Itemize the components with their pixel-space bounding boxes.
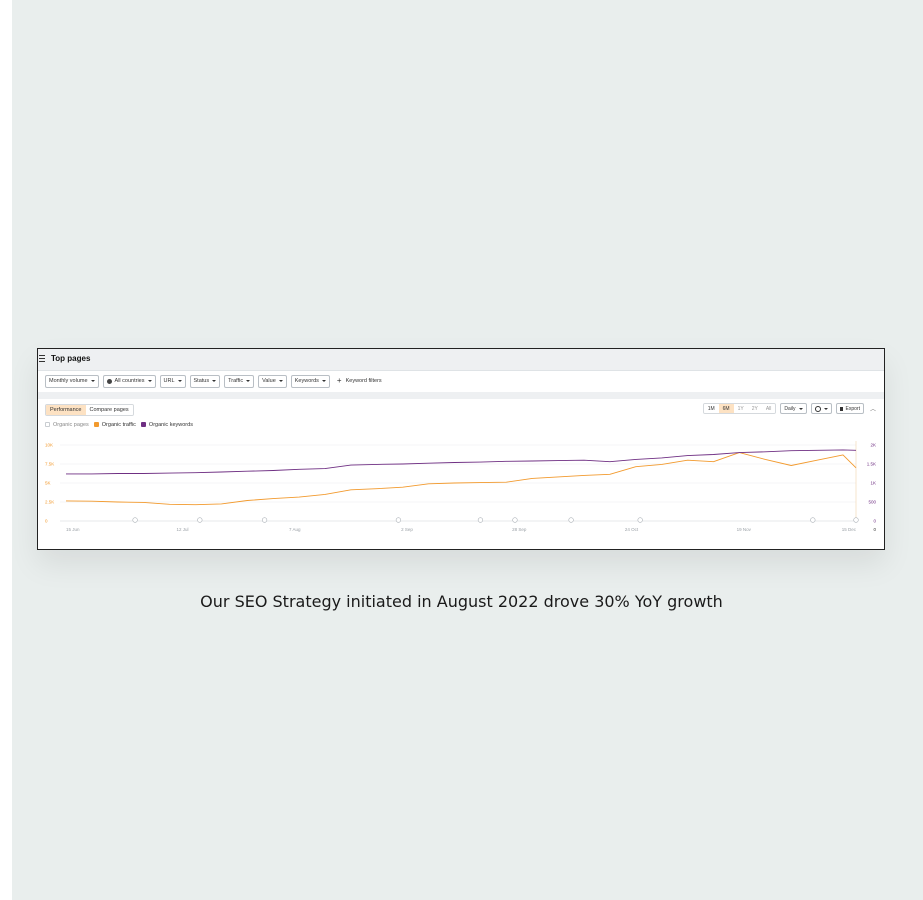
caret-down-icon xyxy=(321,380,326,382)
y-left-tick-label: 5K xyxy=(45,481,51,486)
y-right-zero-label: 0 xyxy=(873,527,876,532)
y-left-tick-label: 10K xyxy=(45,443,53,448)
interval-dropdown[interactable]: Daily xyxy=(780,403,807,414)
x-tick-label: 12 Jul xyxy=(177,527,189,532)
caret-down-icon xyxy=(823,407,828,410)
document-icon xyxy=(839,406,843,411)
dropdown-label: All countries xyxy=(114,378,145,384)
dropdown-label: Status xyxy=(193,378,210,384)
tab-performance[interactable]: Performance xyxy=(46,405,86,415)
url-dropdown[interactable]: URL xyxy=(159,374,186,388)
dropdown-label: URL xyxy=(163,378,175,384)
performance-chart: 0 0 2.5K 500 5K 1K 7.5K 1.5K 10K 2K 15 Jun 12 Jul 7 … xyxy=(45,441,876,532)
checkbox-icon xyxy=(45,422,50,427)
keyword-filters-button[interactable]: + Keyword filters xyxy=(337,377,382,385)
tab-compare-pages[interactable]: Compare pages xyxy=(85,405,133,415)
y-right-tick-label: 1.5K xyxy=(867,462,876,467)
event-marker xyxy=(261,517,268,523)
checkbox-checked-icon xyxy=(140,422,146,427)
chevron-up-icon[interactable]: ︿ xyxy=(870,404,876,413)
event-marker xyxy=(197,517,203,523)
filter-bar: Monthly volume All countries URL Status … xyxy=(45,374,382,388)
x-tick-label: 7 Aug xyxy=(289,527,301,532)
x-tick-label: 19 Nov xyxy=(737,527,752,532)
value-dropdown[interactable]: Value xyxy=(258,374,287,388)
dropdown-label: Value xyxy=(262,378,276,384)
caret-down-icon xyxy=(177,380,182,382)
x-tick-label: 24 Oct xyxy=(625,527,639,532)
keywords-dropdown[interactable]: Keywords xyxy=(290,374,330,388)
caret-down-icon xyxy=(278,380,283,382)
y-left-tick-label: 2.5K xyxy=(45,500,54,505)
title-bar: Top pages xyxy=(38,349,884,371)
period-selector: 1M 6M 1Y 2Y All xyxy=(702,403,777,414)
top-pages-window: Top pages Monthly volume All countries U… xyxy=(37,348,885,550)
annotations-dropdown[interactable] xyxy=(810,403,832,414)
x-tick-label: 2 Sep xyxy=(401,527,413,532)
dropdown-label: Keywords xyxy=(294,378,319,384)
caption: Our SEO Strategy initiated in August 202… xyxy=(200,592,723,611)
countries-dropdown[interactable]: All countries xyxy=(102,374,156,388)
y-right-tick-label: 0 xyxy=(873,519,876,524)
monthly-volume-dropdown[interactable]: Monthly volume xyxy=(45,374,99,388)
event-marker xyxy=(132,517,138,523)
chart-controls: 1M 6M 1Y 2Y All Daily Export ︿ xyxy=(702,403,876,414)
legend-organic-keywords[interactable]: Organic keywords xyxy=(140,421,193,428)
dropdown-label: Traffic xyxy=(228,378,244,384)
caret-down-icon xyxy=(246,380,251,382)
y-left-tick-label: 0 xyxy=(45,519,48,524)
event-marker xyxy=(810,517,816,523)
interval-label: Daily xyxy=(784,405,796,412)
event-marker xyxy=(568,517,574,523)
x-tick-label: 15 Jun xyxy=(66,527,80,532)
page-title: Top pages xyxy=(51,354,91,363)
period-2y-button[interactable]: 2Y xyxy=(747,404,762,413)
comment-icon xyxy=(814,405,821,412)
y-left-tick-label: 7.5K xyxy=(45,462,54,467)
event-marker xyxy=(512,517,518,523)
period-6m-button[interactable]: 6M xyxy=(718,404,734,413)
event-marker xyxy=(477,517,484,523)
legend-label: Organic pages xyxy=(53,421,89,428)
x-tick-label: 28 Sep xyxy=(512,527,527,532)
keyword-filters-label: Keyword filters xyxy=(345,378,382,384)
section-divider xyxy=(38,392,884,399)
legend-organic-traffic[interactable]: Organic traffic xyxy=(93,421,136,428)
caret-down-icon xyxy=(798,407,803,410)
legend-organic-pages[interactable]: Organic pages xyxy=(45,422,89,428)
y-right-tick-label: 2K xyxy=(870,443,876,448)
plus-icon: + xyxy=(336,376,342,385)
export-label: Export xyxy=(845,405,860,412)
caret-down-icon xyxy=(90,380,95,382)
period-all-button[interactable]: All xyxy=(761,404,776,413)
period-1y-button[interactable]: 1Y xyxy=(733,404,748,413)
chart-legend: Organic pages Organic traffic Organic ke… xyxy=(45,420,198,429)
period-1m-button[interactable]: 1M xyxy=(703,404,719,413)
organic-traffic-line xyxy=(65,452,857,506)
x-tick-label: 15 Dec xyxy=(842,527,857,532)
checkbox-checked-icon xyxy=(93,422,99,427)
traffic-dropdown[interactable]: Traffic xyxy=(224,374,255,388)
legend-label: Organic keywords xyxy=(148,421,193,428)
y-right-tick-label: 500 xyxy=(868,500,876,505)
legend-label: Organic traffic xyxy=(101,421,136,428)
globe-icon xyxy=(106,378,112,384)
menu-icon[interactable] xyxy=(39,355,45,362)
view-tabs: Performance Compare pages xyxy=(45,404,134,416)
caret-down-icon xyxy=(147,380,152,382)
status-dropdown[interactable]: Status xyxy=(189,374,221,388)
y-right-tick-label: 1K xyxy=(870,481,876,486)
dropdown-label: Monthly volume xyxy=(49,378,88,384)
event-marker xyxy=(395,517,402,523)
event-marker xyxy=(853,517,859,523)
export-button[interactable]: Export xyxy=(835,403,864,414)
event-marker xyxy=(637,517,643,523)
caret-down-icon xyxy=(212,380,217,382)
